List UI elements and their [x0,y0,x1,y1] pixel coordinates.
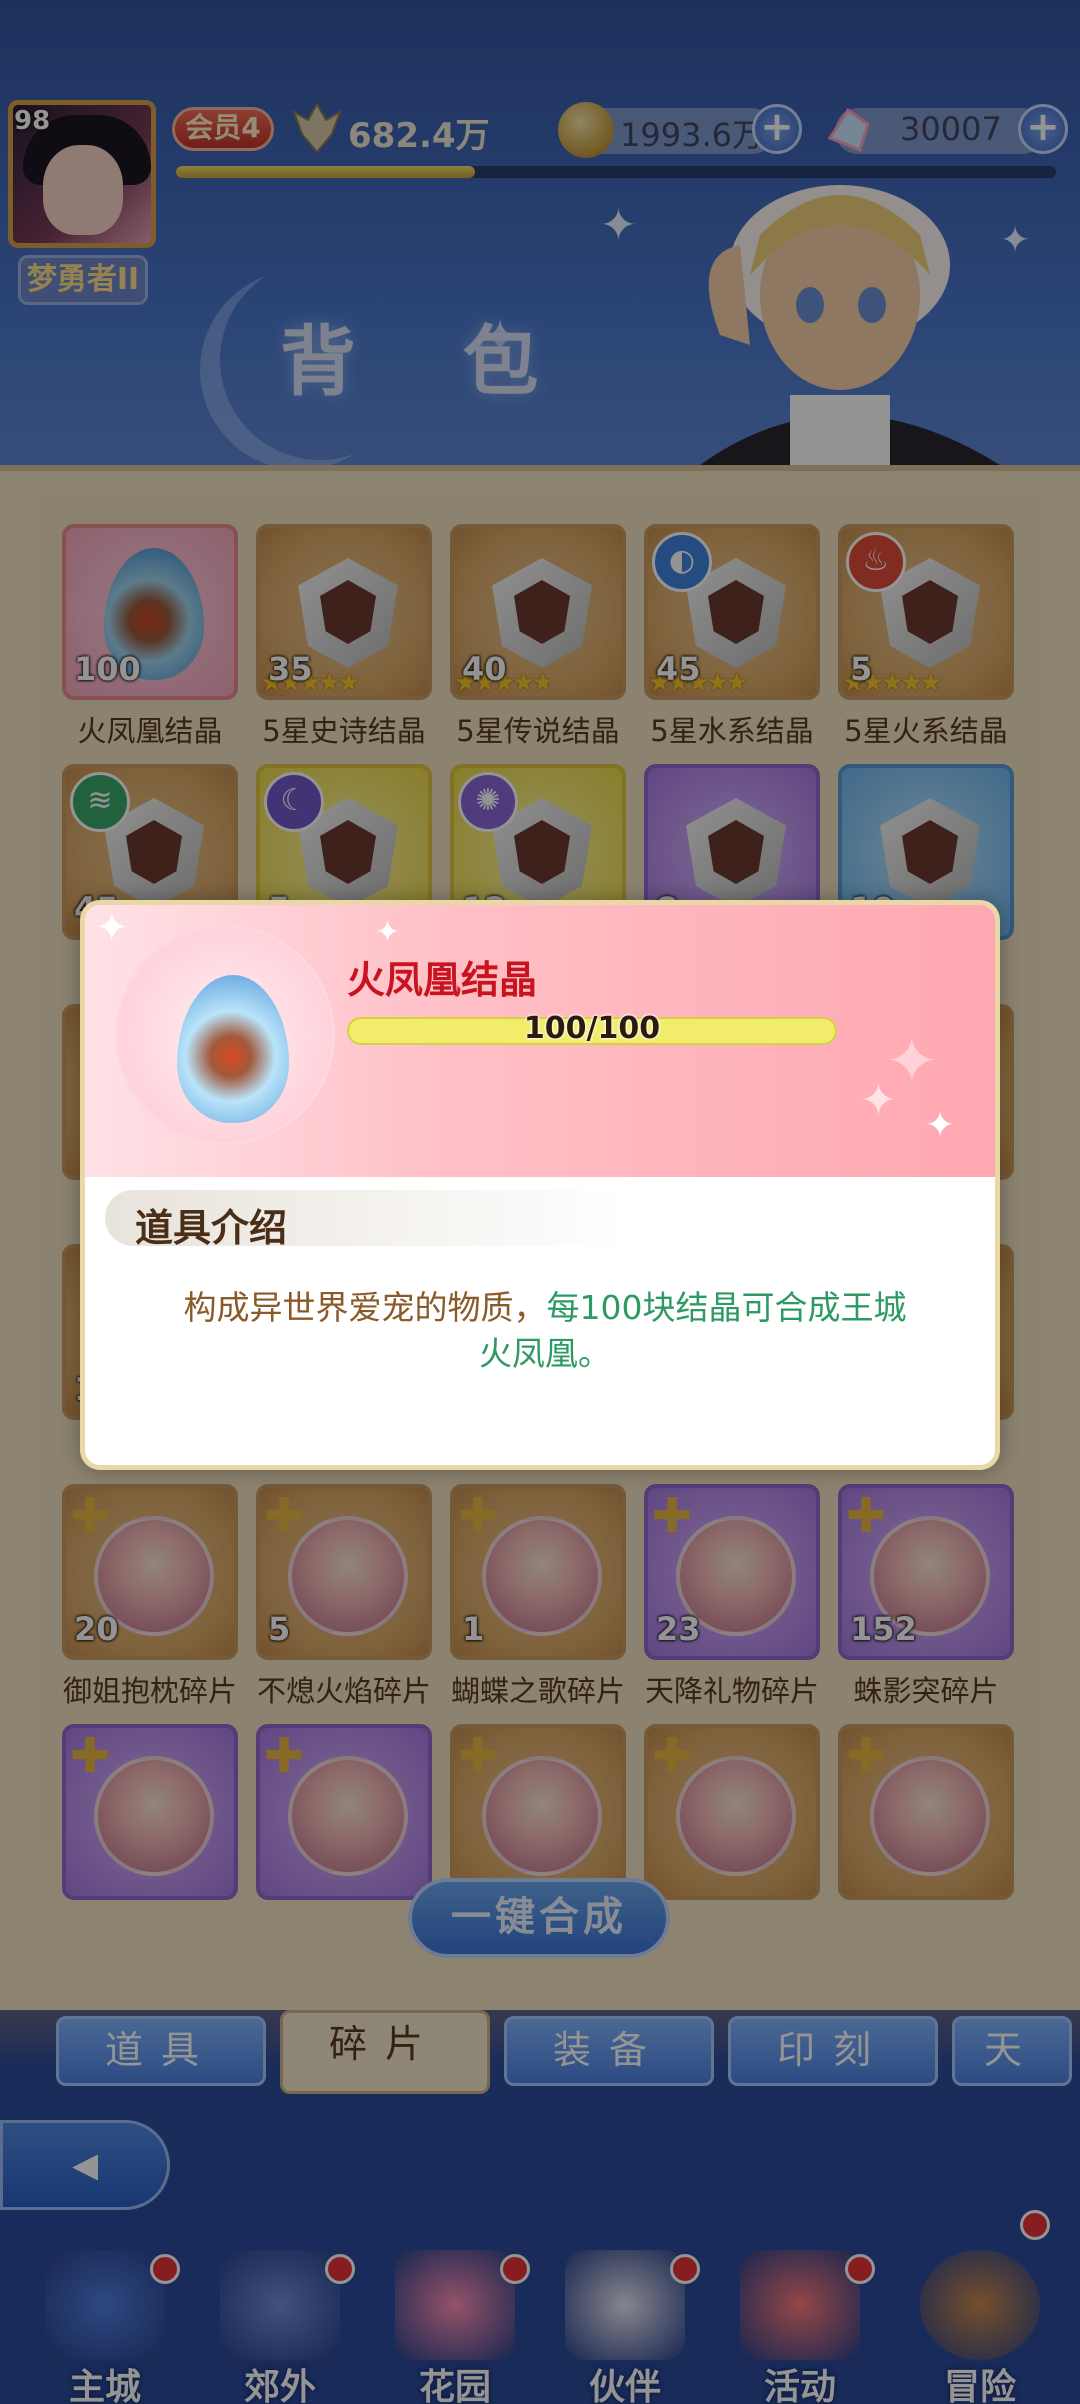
item-progress-text: 100/100 [523,1011,661,1046]
sparkle-icon: ✦ [375,915,401,950]
popup-header: ✦ ✦ ✦ ✦ ✦ 火凤凰结晶 100/100 [85,905,995,1177]
desc-text: 构成异世界爱宠的物质， [183,1288,547,1327]
sparkle-icon: ✦ [925,1105,956,1146]
desc-highlight: 每100块结晶可合成王城 [546,1288,907,1327]
sparkle-icon: ✦ [95,905,129,951]
sparkle-icon: ✦ [860,1075,897,1126]
section-title: 道具介绍 [135,1206,288,1250]
desc-highlight: 火凤凰。 [479,1334,611,1373]
item-title: 火凤凰结晶 [347,958,538,1002]
item-detail-popup[interactable]: ✦ ✦ ✦ ✦ ✦ 火凤凰结晶 100/100 道具介绍 构成异世界爱宠的物质，… [80,900,1000,1470]
item-description: 构成异世界爱宠的物质，每100块结晶可合成王城 火凤凰。 [125,1285,965,1377]
